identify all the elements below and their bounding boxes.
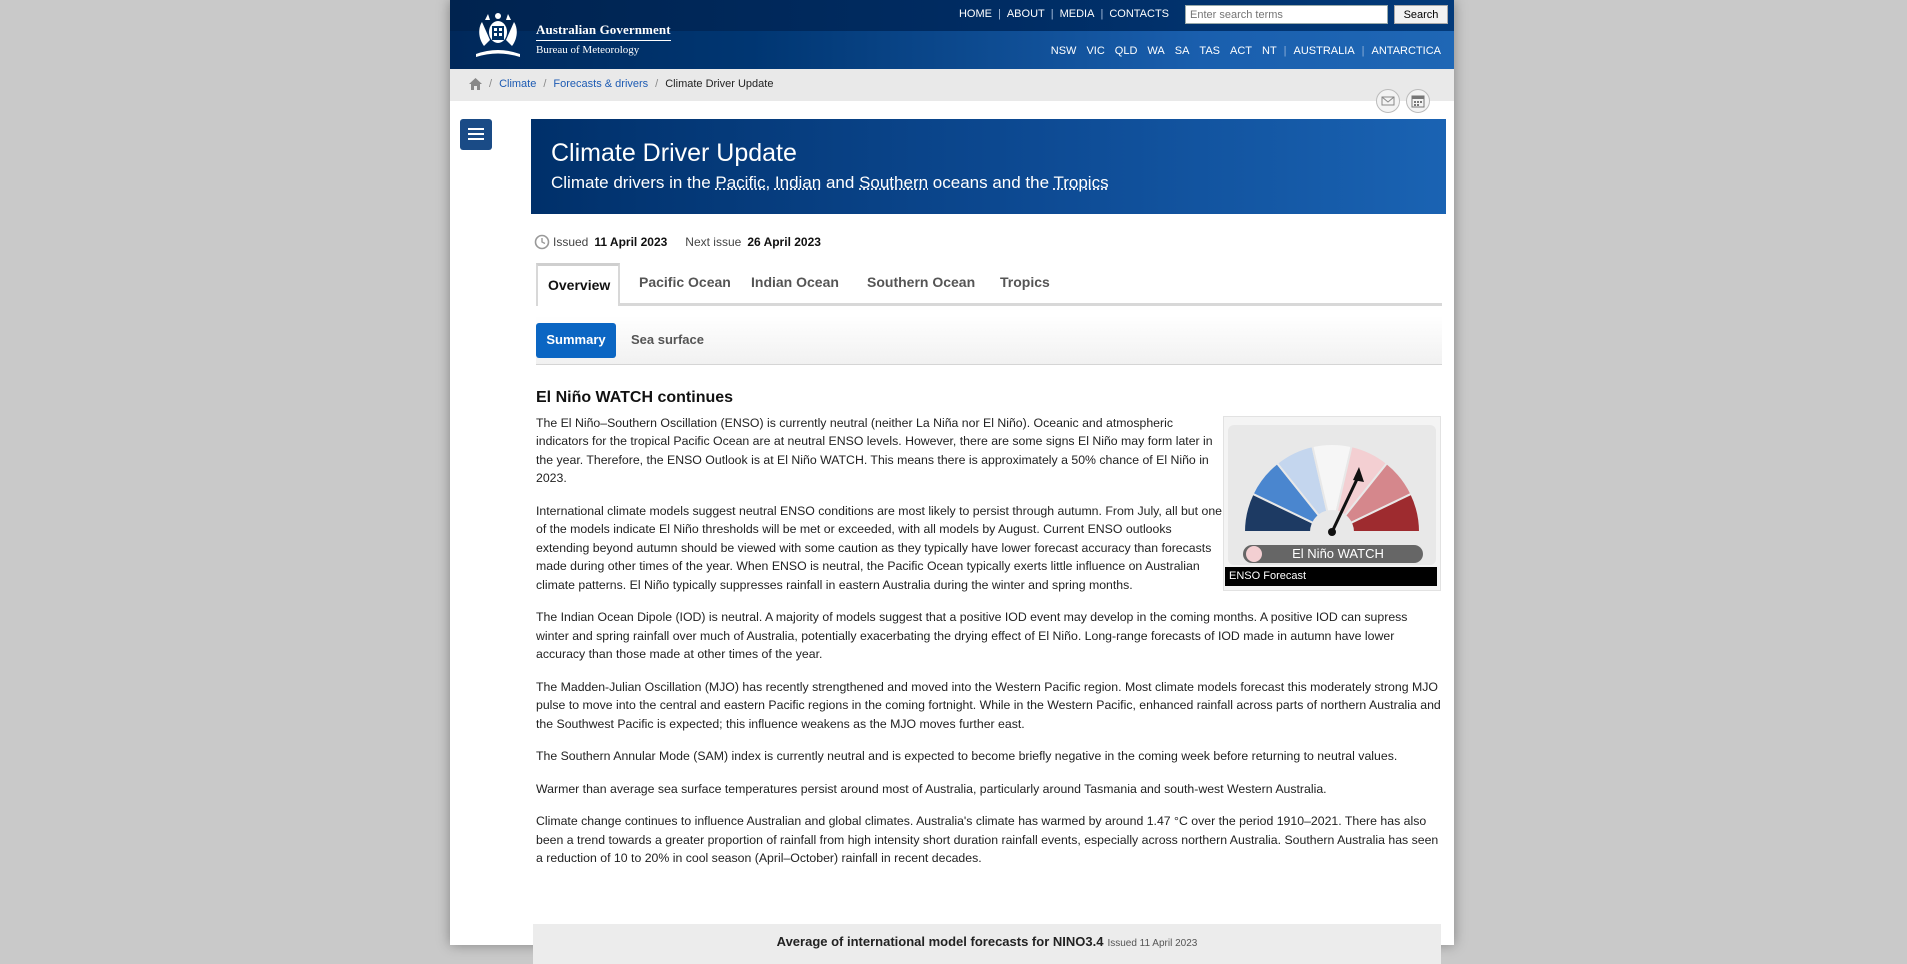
title-banner: Climate Driver Update Climate drivers in… (531, 119, 1446, 214)
model-title-text: Average of international model forecasts… (777, 934, 1104, 949)
model-forecast-title: Average of international model forecasts… (533, 934, 1441, 949)
search-button[interactable]: Search (1394, 5, 1448, 24)
breadcrumb-separator: / (536, 78, 553, 90)
article-heading: El Niño WATCH continues (536, 389, 1441, 408)
search-input[interactable] (1185, 5, 1388, 24)
issued-label: Issued (553, 235, 588, 249)
gauge-status-label: El Niño WATCH (1292, 546, 1384, 561)
breadcrumb-separator: / (648, 78, 665, 90)
state-link-sa[interactable]: SA (1170, 45, 1195, 57)
top-links: HOME | ABOUT | MEDIA | CONTACTS (953, 8, 1175, 20)
paragraph-sst: Warmer than average sea surface temperat… (536, 780, 1441, 799)
tab-bar: Overview Pacific Ocean Indian Ocean Sout… (536, 263, 1442, 306)
home-link[interactable]: HOME (953, 8, 998, 20)
state-link-antarctica[interactable]: ANTARCTICA (1367, 45, 1446, 57)
breadcrumb-current: Climate Driver Update (665, 78, 773, 90)
model-issued: Issued 11 April 2023 (1107, 938, 1197, 949)
about-link[interactable]: ABOUT (1001, 8, 1051, 20)
state-link-vic[interactable]: VIC (1081, 45, 1109, 57)
tab-indian-ocean[interactable]: Indian Ocean (741, 263, 849, 303)
tropics-link[interactable]: Tropics (1053, 173, 1108, 192)
subtitle-text: oceans and the (928, 173, 1053, 192)
subtab-bar: Summary Sea surface (536, 316, 1442, 365)
coat-of-arms-logo[interactable] (468, 10, 528, 60)
calendar-icon[interactable] (1406, 89, 1430, 113)
paragraph-models: International climate models suggest neu… (536, 502, 1222, 595)
state-separator: | (1360, 45, 1367, 57)
tab-tropics[interactable]: Tropics (990, 263, 1060, 303)
state-link-nt[interactable]: NT (1257, 45, 1282, 57)
subtitle-text: Climate drivers in the (551, 173, 715, 192)
site-header: Australian Government Bureau of Meteorol… (450, 0, 1454, 69)
breadcrumb-climate[interactable]: Climate (499, 78, 536, 90)
media-link[interactable]: MEDIA (1054, 8, 1101, 20)
subtitle-text: and (821, 173, 859, 192)
pacific-link[interactable]: Pacific (715, 173, 765, 192)
breadcrumb-separator: / (482, 78, 499, 90)
agency-name[interactable]: Bureau of Meteorology (536, 44, 639, 56)
menu-icon[interactable] (460, 119, 492, 150)
subtitle-text: , (765, 173, 774, 192)
mail-icon[interactable] (1376, 89, 1400, 113)
indian-link[interactable]: Indian (775, 173, 821, 192)
breadcrumb-forecasts[interactable]: Forecasts & drivers (553, 78, 648, 90)
paragraph-iod: The Indian Ocean Dipole (IOD) is neutral… (536, 608, 1441, 664)
home-icon[interactable] (469, 78, 482, 90)
state-link-australia[interactable]: AUSTRALIA (1289, 45, 1360, 57)
paragraph-sam: The Southern Annular Mode (SAM) index is… (536, 747, 1441, 766)
page-title: Climate Driver Update (551, 139, 797, 168)
issue-info: Issued 11 April 2023 Next issue 26 April… (534, 234, 839, 250)
subtab-sea-surface[interactable]: Sea surface (631, 323, 704, 358)
breadcrumb: / Climate / Forecasts & drivers / Climat… (469, 78, 773, 90)
tab-southern-ocean[interactable]: Southern Ocean (857, 263, 985, 303)
state-link-nsw[interactable]: NSW (1046, 45, 1082, 57)
paragraph-enso: The El Niño–Southern Oscillation (ENSO) … (536, 414, 1222, 488)
clock-icon (534, 234, 550, 250)
paragraph-climate-change: Climate change continues to influence Au… (536, 812, 1441, 868)
tab-overview[interactable]: Overview (536, 263, 620, 306)
state-separator: | (1282, 45, 1289, 57)
issued-date: 11 April 2023 (594, 235, 667, 249)
state-link-qld[interactable]: QLD (1110, 45, 1143, 57)
contacts-link[interactable]: CONTACTS (1103, 8, 1175, 20)
enso-gauge-dial: El Niño WATCH (1228, 425, 1436, 565)
state-nav: NSW VIC QLD WA SA TAS ACT NT | AUSTRALIA… (1046, 45, 1446, 57)
page-subtitle: Climate drivers in the Pacific, Indian a… (551, 173, 1109, 193)
gauge-caption: ENSO Forecast (1225, 567, 1437, 586)
subtab-summary[interactable]: Summary (536, 323, 616, 358)
tab-pacific-ocean[interactable]: Pacific Ocean (629, 263, 741, 303)
next-issue-date: 26 April 2023 (747, 235, 821, 249)
southern-link[interactable]: Southern (859, 173, 928, 192)
state-link-tas[interactable]: TAS (1194, 45, 1225, 57)
breadcrumb-bar: / Climate / Forecasts & drivers / Climat… (450, 69, 1454, 101)
state-link-act[interactable]: ACT (1225, 45, 1257, 57)
model-forecast-panel: Average of international model forecasts… (533, 924, 1441, 964)
state-link-wa[interactable]: WA (1142, 45, 1169, 57)
gov-name[interactable]: Australian Government (536, 22, 671, 41)
next-issue-label: Next issue (685, 235, 741, 249)
paragraph-mjo: The Madden-Julian Oscillation (MJO) has … (536, 678, 1441, 734)
